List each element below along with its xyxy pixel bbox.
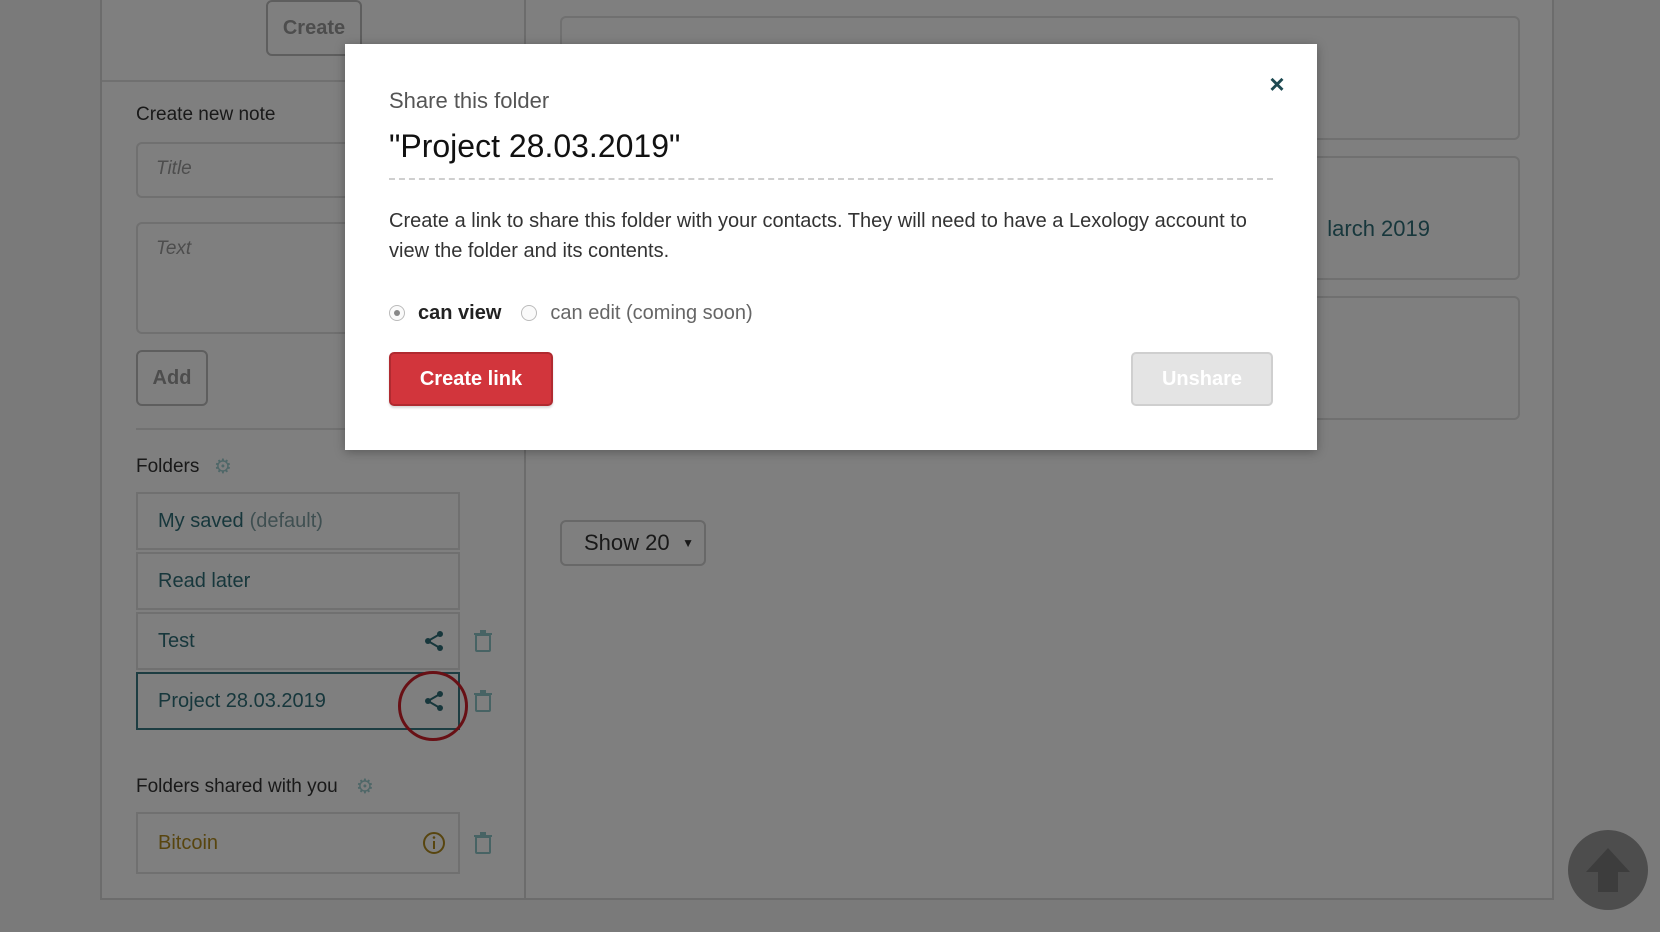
can-view-radio[interactable] [389,305,405,321]
close-icon[interactable]: × [1265,71,1289,97]
modal-description: Create a link to share this folder with … [389,210,1247,262]
modal-subtitle: Share this folder [389,88,550,113]
create-link-button[interactable]: Create link [389,352,553,406]
permission-options: can view can edit (coming soon) [389,300,773,326]
can-edit-label[interactable]: can edit (coming soon) [550,302,752,325]
can-view-label[interactable]: can view [418,302,501,325]
modal-divider [389,178,1273,180]
can-edit-radio[interactable] [521,305,538,321]
unshare-button[interactable]: Unshare [1131,352,1273,406]
modal-title: "Project 28.03.2019" [389,128,681,164]
share-folder-modal: × Share this folder "Project 28.03.2019"… [345,44,1317,450]
